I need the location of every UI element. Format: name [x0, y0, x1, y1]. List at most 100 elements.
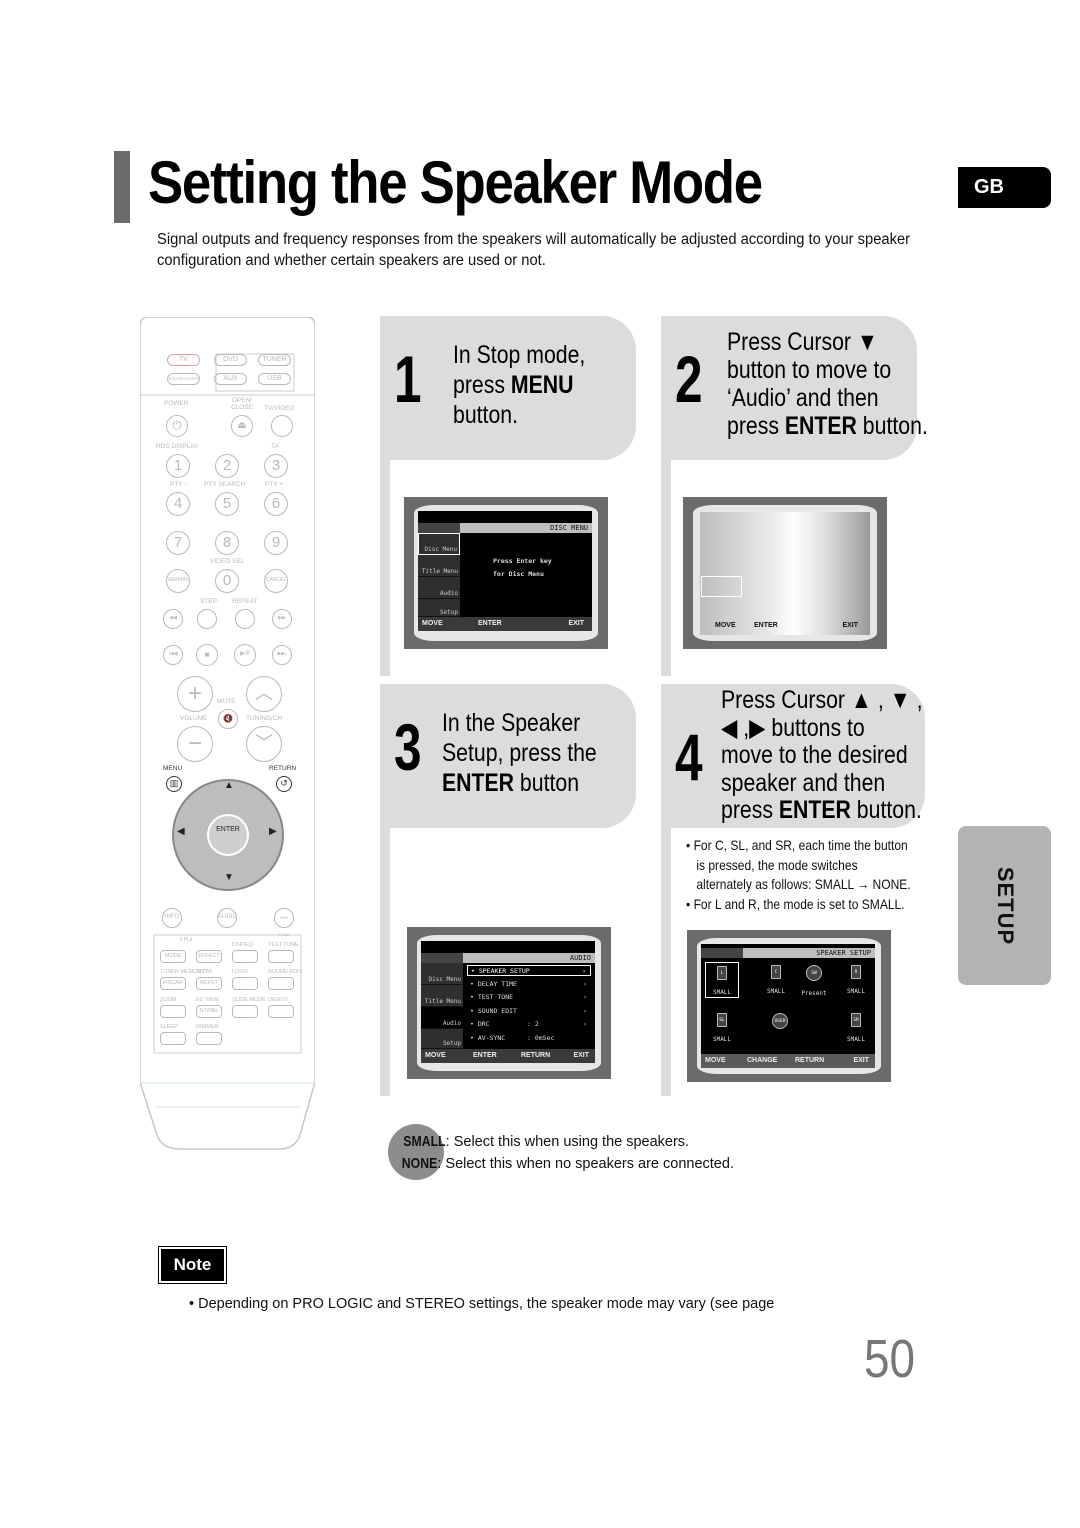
digit-1-button[interactable]: 1 — [166, 454, 190, 478]
remote-grid-button[interactable]: MODE — [160, 950, 186, 963]
remain-button[interactable]: REMAIN — [166, 569, 190, 593]
osd-item-arrow: › — [582, 967, 586, 975]
prev-button[interactable]: |◀◀ — [163, 645, 183, 665]
remote-grid-button[interactable] — [268, 950, 294, 963]
osd-footer-return: RETURN — [795, 1057, 825, 1064]
digit-3-button[interactable]: 3 — [264, 454, 288, 478]
remote-grid-button[interactable]: P.SCAN — [160, 977, 186, 990]
label-test-tone: TEST TONE — [268, 942, 299, 948]
source-aux-button[interactable]: AUX — [214, 373, 247, 385]
digit-5-button[interactable]: 5 — [215, 492, 239, 516]
osd-item-value: : 2 — [527, 1020, 539, 1028]
volume-up-button[interactable]: + — [177, 676, 213, 712]
cursor-right-button[interactable]: ▶ — [269, 826, 277, 837]
step-line: button. — [453, 401, 518, 429]
tuning-ch-label: TUNING/CH — [246, 715, 283, 722]
remote-grid-button[interactable] — [160, 1032, 186, 1045]
bullet-continuation: is pressed, the mode switches — [696, 856, 858, 873]
bullet-item: • For L and R, the mode is set to SMALL. — [686, 895, 905, 912]
step-instruction: Press Cursor ▼ button to move to ‘Audio’ a… — [727, 328, 928, 440]
osd-header: SPEAKER SETUP — [816, 949, 871, 957]
open-close-button[interactable]: ⏏ — [231, 415, 253, 437]
digit-8-button[interactable]: 8 — [215, 531, 239, 555]
remote-grid-button[interactable] — [232, 950, 258, 963]
digit-2-button[interactable]: 2 — [215, 454, 239, 478]
label-sound-edit: SOUND EDIT — [268, 969, 302, 975]
bullet-item: • For C, SL, and SR, each time the butto… — [686, 837, 908, 853]
remote-grid-button[interactable]: EFFECT — [196, 950, 222, 963]
remote-grid-button[interactable] — [268, 1005, 294, 1018]
audio-button[interactable]: AUDIO — [217, 908, 237, 928]
menu-button[interactable]: ▥ — [166, 776, 182, 792]
digit-9-button[interactable]: 9 — [264, 531, 288, 555]
subtitle-button[interactable]: SUB TITLE — [274, 908, 294, 937]
step-line: button to move to — [727, 356, 892, 384]
pro-logic-label: Ⅱ PLⅡ — [180, 937, 193, 943]
rds-display-label: RDS DISPLAY — [156, 443, 199, 450]
step-line: Press Cursor ▼ — [727, 328, 878, 356]
mute-button[interactable]: 🔇 — [218, 709, 238, 729]
stop-button[interactable]: ■ — [196, 644, 218, 666]
remote-grid-button[interactable] — [232, 977, 258, 990]
intro-text: Signal outputs and frequency responses f… — [157, 231, 911, 269]
osd-side-item: Disc Menu — [418, 533, 460, 555]
remote-grid-button[interactable]: MO/ST — [196, 977, 222, 990]
remote-grid-button[interactable]: NT/PAL — [196, 1005, 222, 1018]
remote-grid-button[interactable] — [160, 1005, 186, 1018]
osd-side-item: Disc Menu — [421, 963, 463, 985]
osd-footer-change: CHANGE — [747, 1057, 778, 1064]
remote-grid-button[interactable] — [268, 977, 294, 990]
cancel-button[interactable]: CANCEL — [264, 569, 288, 593]
osd-footer-exit: EXIT — [853, 1057, 869, 1064]
source-tv-button[interactable]: TV — [167, 354, 200, 366]
remote-grid-button[interactable] — [196, 1032, 222, 1045]
digit-4-button[interactable]: 4 — [166, 492, 190, 516]
source-usb-button[interactable]: USB — [258, 373, 291, 385]
step-2-stripe — [661, 458, 671, 676]
speaker-mode: SMALL — [766, 988, 786, 995]
language-badge: GB — [958, 167, 1051, 208]
rewind-button[interactable]: ◀◀ — [163, 609, 183, 629]
osd-item-label: SPEAKER SETUP — [478, 967, 530, 975]
osd-item-label: DELAY TIME — [477, 979, 517, 988]
page-number: 50 — [864, 1329, 916, 1389]
digit-6-button[interactable]: 6 — [264, 492, 288, 516]
speaker-user: USER — [763, 1010, 797, 1046]
digit-0-button[interactable]: 0 — [215, 569, 239, 593]
cursor-left-button[interactable]: ◀ — [177, 826, 185, 837]
cursor-up-button[interactable]: ▲ — [224, 780, 234, 791]
step-button[interactable] — [197, 609, 217, 629]
enter-button[interactable]: ENTER — [207, 814, 249, 856]
osd-message: for Disc Menu — [493, 570, 544, 578]
tuning-down-button[interactable]: ﹀ — [246, 726, 282, 762]
repeat-button[interactable] — [235, 609, 255, 629]
step-number: 1 — [394, 342, 422, 416]
step-line: press ENTER button. — [727, 412, 928, 440]
osd-item-label: SOUND EDIT — [477, 1006, 517, 1015]
source-receiver-button[interactable]: DND RECEIVER — [167, 373, 200, 385]
menu-label: MENU — [163, 765, 183, 772]
osd-item-label: DRC — [477, 1020, 490, 1028]
osd-footer-enter: ENTER — [478, 620, 502, 627]
digit-7-button[interactable]: 7 — [166, 531, 190, 555]
tv-video-button[interactable] — [271, 415, 293, 437]
ta-label: TA — [271, 443, 279, 450]
screen-speaker-setup: SPEAKER SETUP L SMALL C SMALL SW Present R SMAL… — [687, 930, 891, 1082]
source-tuner-button[interactable]: TUNER — [258, 354, 291, 366]
remote-grid-button[interactable] — [232, 1005, 258, 1018]
play-pause-button[interactable]: ▶/II — [234, 644, 256, 666]
volume-down-button[interactable]: − — [177, 726, 213, 762]
forward-button[interactable]: ▶▶ — [272, 609, 292, 629]
power-button[interactable]: ⏻ — [166, 415, 188, 437]
info-button[interactable]: INFO — [162, 908, 182, 928]
cursor-down-button[interactable]: ▼ — [224, 872, 234, 883]
volume-label: VOLUME — [180, 715, 208, 722]
osd-item-label: TEST TONE — [477, 993, 514, 1001]
return-button[interactable]: ↺ — [276, 776, 292, 792]
legend-row-small: SMALL: Select this when using the speake… — [403, 1133, 690, 1150]
source-dvd-button[interactable]: DVD — [214, 354, 247, 366]
step-3-stripe — [380, 826, 390, 1096]
next-button[interactable]: ▶▶| — [272, 645, 292, 665]
tuning-up-button[interactable]: ︿ — [246, 676, 282, 712]
step-instruction: Press Cursor ▲ , ▼ , ◀ ,▶ buttons to move … — [721, 686, 922, 825]
